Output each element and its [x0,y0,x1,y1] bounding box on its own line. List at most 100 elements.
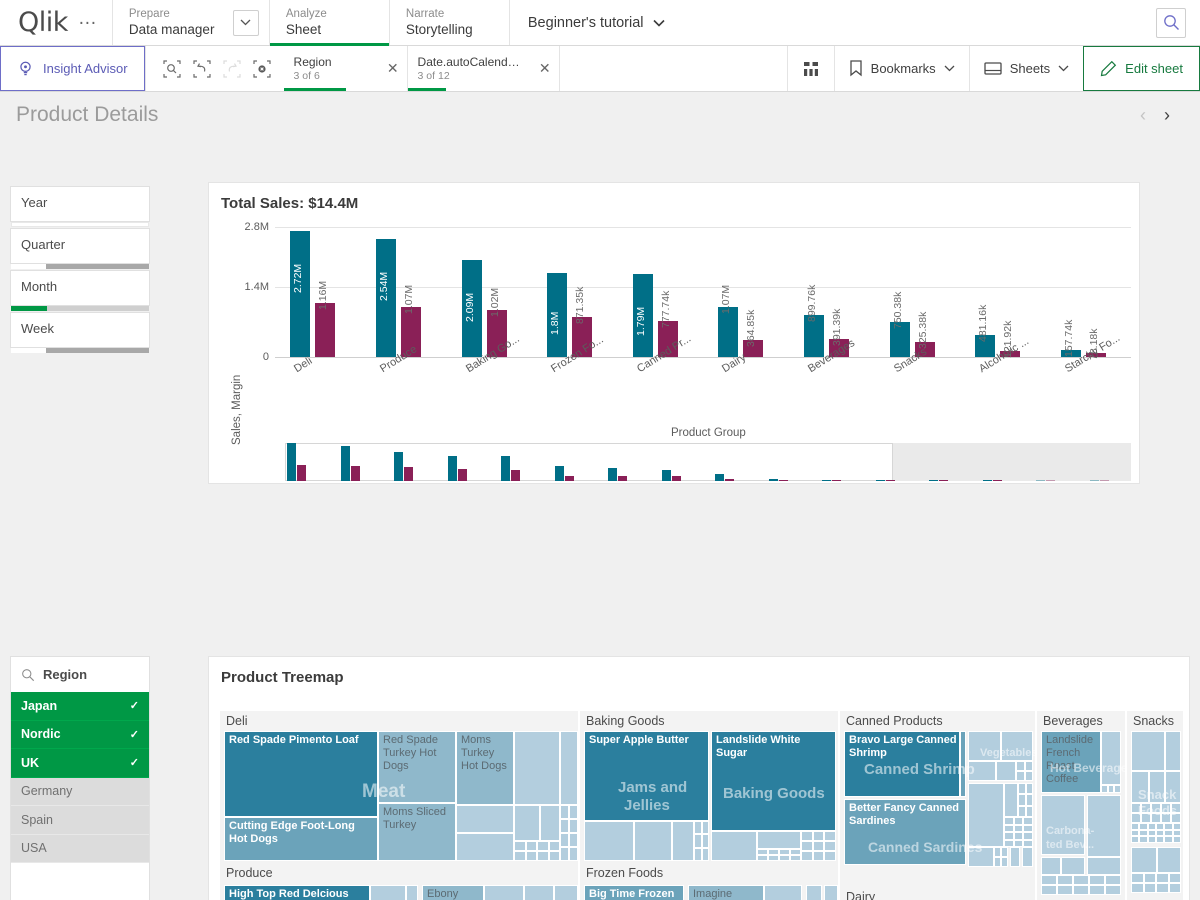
treemap-leaf-small[interactable] [694,821,702,835]
filter-pane-quarter[interactable]: Quarter [10,228,150,269]
treemap-leaf-small[interactable] [456,805,514,833]
treemap-leaf-small[interactable] [1172,829,1181,837]
treemap-leaf-small[interactable] [812,851,825,861]
treemap-leaf-small[interactable] [1139,836,1148,843]
treemap-leaf-small[interactable] [456,833,514,861]
treemap-leaf-small[interactable] [1024,771,1033,781]
treemap-leaf-small[interactable] [1004,817,1014,825]
treemap-leaf-small[interactable] [537,841,549,851]
listbox-header[interactable]: Region [11,657,149,692]
treemap-leaf-small[interactable] [1073,875,1089,885]
treemap-leaf-ebony-prepared-salad[interactable]: Ebony Prepared Salad [422,885,484,900]
treemap-leaf-small[interactable] [1164,823,1173,830]
treemap-leaf-small[interactable] [701,847,709,861]
treemap-leaf-small[interactable] [514,841,526,851]
treemap-leaf-small[interactable] [525,841,537,851]
treemap-leaf-small[interactable] [524,885,554,900]
treemap-leaf-small[interactable] [996,761,1016,781]
treemap-leaf-small[interactable] [1101,731,1121,785]
clear-all-selections-icon[interactable] [250,57,274,81]
nav-analyze[interactable]: Analyze Sheet [268,0,389,46]
treemap-leaf-small[interactable] [406,885,418,900]
treemap-leaf-better-fancy-canned-sardines[interactable]: Better Fancy Canned Sardines [844,799,966,865]
treemap-leaf-small[interactable] [1156,836,1165,843]
treemap-leaf-small[interactable] [968,761,996,781]
treemap-leaf-small[interactable] [1147,823,1156,830]
global-search-button[interactable] [1156,7,1186,38]
treemap-leaf-small[interactable] [514,805,540,841]
app-title-dropdown[interactable]: Beginner's tutorial [508,0,683,45]
treemap-leaf-small[interactable] [764,885,802,900]
treemap-leaf-small[interactable] [701,821,709,835]
treemap-leaf-small[interactable] [1101,785,1108,793]
treemap-leaf-small[interactable] [1001,731,1033,761]
listbox-item-nordic[interactable]: Nordic ✓ [11,720,149,749]
treemap-leaf-small[interactable] [801,831,813,841]
treemap-leaf-small[interactable] [1016,771,1025,781]
treemap-leaf-small[interactable] [1161,803,1171,813]
prepare-dropdown-caret-icon[interactable] [232,9,259,36]
treemap-leaf-small[interactable] [824,841,836,851]
treemap-leaf-small[interactable] [1141,813,1151,823]
treemap-leaf-small[interactable] [1131,731,1165,771]
treemap-leaf-small[interactable] [1157,847,1181,873]
treemap-leaf-small[interactable] [634,821,672,861]
treemap-leaf-small[interactable] [560,805,569,819]
treemap-leaf-small[interactable] [960,731,966,797]
treemap-leaf-small[interactable] [1041,875,1057,885]
treemap-leaf-small[interactable] [1041,885,1057,895]
treemap-leaf-imagine-ponsicles[interactable]: Imagine Ponsicles [688,885,764,900]
treemap-leaf-small[interactable] [701,834,709,848]
treemap-leaf-small[interactable] [1087,795,1121,857]
chip-close-icon[interactable]: ✕ [529,60,551,77]
treemap-leaf-small[interactable] [1105,875,1121,885]
treemap-leaf-small[interactable] [1022,847,1033,867]
treemap-leaf-small[interactable] [1004,832,1014,840]
treemap-leaf-small[interactable] [1105,885,1121,895]
treemap-leaf-small[interactable] [968,847,994,867]
treemap-leaf-small[interactable] [1147,836,1156,843]
treemap-leaf-small[interactable] [548,851,560,861]
treemap-leaf-small[interactable] [1023,839,1033,847]
treemap-leaf-moms-sliced-turkey[interactable]: Moms Sliced Turkey [378,803,456,861]
treemap-leaf-small[interactable] [1025,794,1033,806]
treemap-leaf-small[interactable] [1143,873,1156,883]
treemap-leaf-small[interactable] [968,783,1004,847]
bar-sales-0[interactable] [290,230,311,357]
treemap-leaf-moms-turkey-hot-dogs[interactable]: Moms Turkey Hot Dogs [456,731,514,805]
listbox-item-usa[interactable]: USA [11,834,149,863]
treemap-group-dairy[interactable]: Dairy [840,887,1035,900]
treemap-leaf-small[interactable] [1025,805,1033,817]
treemap-leaf-small[interactable] [1013,824,1024,832]
treemap-leaf-small[interactable] [1165,731,1181,771]
treemap-leaf-small[interactable] [1156,823,1165,830]
filter-pane-week[interactable]: Week [10,312,150,353]
previous-sheet-button[interactable]: ‹ [1140,105,1146,126]
treemap-leaf-small[interactable] [1151,813,1161,823]
listbox-item-japan[interactable]: Japan ✓ [11,692,149,721]
insight-advisor-button[interactable]: Insight Advisor [0,46,145,91]
treemap-leaf-small[interactable] [1131,836,1140,843]
treemap-leaf-small[interactable] [1139,823,1148,830]
treemap-leaf-small[interactable] [1147,829,1156,837]
treemap-leaf-small[interactable] [1171,813,1181,823]
chart-scrollbar[interactable] [275,443,1131,481]
treemap-leaf-small[interactable] [994,847,1001,857]
treemap-leaf-small[interactable] [801,841,813,851]
treemap-leaf-small[interactable] [1004,783,1018,817]
treemap-leaf-small[interactable] [1131,813,1141,823]
treemap-leaf-small[interactable] [824,885,838,900]
treemap-leaf-small[interactable] [1131,771,1149,803]
treemap-leaf-red-spade-pimento-loaf[interactable]: Red Spade Pimento Loaf [224,731,378,817]
treemap-leaf-small[interactable] [824,831,836,841]
treemap-leaf-small[interactable] [1141,803,1151,813]
selection-chip-date[interactable]: Date.autoCalendar.... 3 of 12 ✕ [407,46,560,91]
listbox-item-spain[interactable]: Spain [11,806,149,835]
treemap-leaf-small[interactable] [1041,857,1061,875]
treemap-leaf-small[interactable] [1156,873,1169,883]
treemap-leaf-small[interactable] [560,819,569,833]
treemap-leaf-small[interactable] [801,851,813,861]
treemap-leaf-small[interactable] [1087,857,1121,875]
treemap-leaf-small[interactable] [569,819,578,833]
treemap-leaf-small[interactable] [1004,839,1014,847]
